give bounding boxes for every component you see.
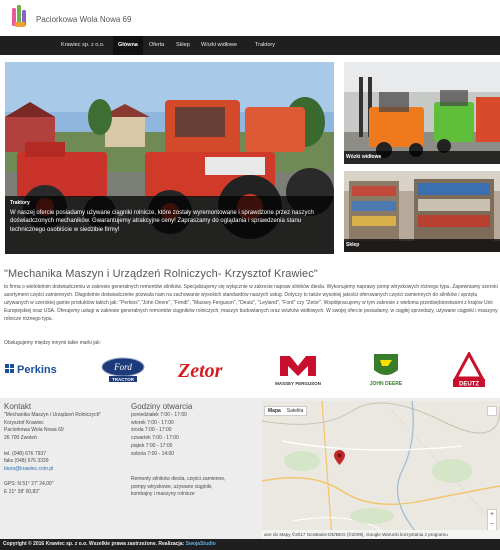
nav-item-shop[interactable]: Sklep (171, 36, 195, 55)
hero-caption: Traktory W naszej ofercie posiadamy używ… (5, 196, 334, 254)
shop-caption: Sklep (344, 239, 500, 252)
zoom-in-button[interactable]: + (488, 510, 496, 520)
brand-deutz: DEUTZ (446, 350, 492, 388)
brand-zetor: Zetor (176, 358, 248, 382)
contact-line (4, 474, 101, 482)
forklifts-photo (344, 62, 500, 164)
nav-item-tractors[interactable]: Traktory (250, 36, 280, 55)
zetor-logo-icon: Zetor (177, 360, 223, 382)
hours-line: poniedziałek 7:00 - 17:00 (131, 412, 187, 418)
contact-line: "Mechanika Maszyn i Urządzeń Rolniczych" (4, 412, 102, 418)
brand-john-deere: JOHN DEERE (358, 352, 414, 388)
contact-line (4, 443, 101, 451)
copyright-bar: Copyright © 2016 Krawiec sp. z o.o. Wsze… (0, 539, 500, 550)
header: Paciorkowa Wola Nowa 69 (0, 0, 500, 36)
john-deere-logo-icon: JOHN DEERE (370, 354, 403, 387)
services-summary: Remonty silników diesla, części zamienne… (131, 476, 225, 499)
company-description: to firma o wieloletnim doświadczeniu w z… (4, 284, 498, 322)
contact-email-link[interactable]: biuro@krawiec.com.pl (4, 466, 101, 474)
hero-tractors[interactable]: Traktory W naszej ofercie posiadamy używ… (5, 62, 334, 254)
contact-phone: tel. (048) 676 7937 (4, 450, 46, 457)
nav-item-forklifts[interactable]: Wózki widłowe (196, 36, 242, 55)
brand-ford-sub: TRACTOR (112, 377, 135, 382)
main-nav: Krawiec sp. z o.o. Główna Oferta Sklep W… (0, 36, 500, 55)
hero-caption-title: Traktory (10, 200, 30, 206)
hours-line: czwartek 7:00 - 17:00 (131, 435, 179, 442)
credit-link[interactable]: SwojaStudio (186, 541, 216, 547)
services-line: kombajny i maszyny rolnicze (131, 491, 195, 498)
hero-caption-text: W naszej ofercie posiadamy używane ciągn… (10, 210, 314, 233)
contact-details: "Mechanika Maszyn i Urządzeń Rolniczych"… (4, 412, 101, 497)
contact-fax: faks (048) 676 3339 (4, 458, 49, 465)
contact-gps-n: GPS: N 51° 27' 24,00" (4, 481, 54, 488)
brand-zetor-label: Zetor (177, 360, 223, 382)
brand-ford: Ford TRACTOR (100, 357, 146, 383)
google-map[interactable]: Mapa Satelita + − ane do Mapy ©2017 GeoB… (262, 401, 500, 539)
hours-line: środa 7:00 - 17:00 (131, 427, 172, 434)
hero-forklifts[interactable]: Wózki widłowe (344, 62, 500, 164)
map-tab-satellite[interactable]: Satelita (284, 407, 307, 415)
brand-perkins: Perkins (4, 360, 74, 378)
brand-massey-ferguson: MASSEY FERGUSON (270, 352, 326, 388)
services-line: pompy wtryskowe, używane ciągniki, (131, 483, 213, 490)
perkins-logo-icon: Perkins (5, 364, 57, 376)
hours-line: wtorek 7:00 - 17:00 (131, 419, 174, 426)
brand-john-deere-label: JOHN DEERE (370, 381, 403, 387)
brand-massey-label: MASSEY FERGUSON (275, 381, 321, 386)
deutz-logo-icon: DEUTZ (453, 350, 485, 388)
site-title: Paciorkowa Wola Nowa 69 (36, 15, 132, 24)
hero-shop[interactable]: Sklep (344, 171, 500, 252)
map-attribution: ane do Mapy ©2017 GeoBasis-DE/BKG (©2009… (262, 530, 500, 539)
map-tiles (262, 401, 500, 539)
hours-line: piątek 7:00 - 17:00 (131, 442, 173, 449)
map-tab-map[interactable]: Mapa (265, 407, 284, 415)
fullscreen-icon[interactable] (487, 406, 497, 416)
map-zoom-control[interactable]: + − (487, 509, 497, 531)
opening-hours: poniedziałek 7:00 - 17:00 wtorek 7:00 - … (131, 412, 187, 458)
company-headline: "Mechanika Maszyn i Urządzeń Rolniczych-… (4, 268, 318, 280)
contact-line: Krzysztof Krawiec (4, 419, 44, 426)
nav-item-offer[interactable]: Oferta (144, 36, 169, 55)
nav-item-home[interactable]: Główna (113, 36, 143, 55)
logo-icon[interactable] (10, 4, 30, 30)
zoom-out-button[interactable]: − (488, 520, 496, 530)
services-line: Remonty silników diesla, części zamienne… (131, 476, 226, 482)
contact-title: Kontakt (4, 402, 32, 411)
hours-line: sobota 7:00 - 14:00 (131, 450, 175, 457)
hours-title: Godziny otwarcia (131, 402, 193, 411)
nav-item-company[interactable]: Krawiec sp. z o.o. (56, 36, 109, 55)
ford-logo-icon: Ford TRACTOR (101, 357, 145, 382)
forklifts-caption: Wózki widłowe (344, 151, 500, 164)
map-type-tabs: Mapa Satelita (264, 406, 308, 416)
copyright-text: Copyright © 2016 Krawiec sp. z o.o. Wsze… (3, 541, 186, 547)
contact-line: Paciorkowa Wola Nowa 69 (4, 427, 64, 434)
contact-line: 26 700 Zwoleń (4, 435, 37, 442)
contact-gps-e: E 21° 38' 00,83" (4, 489, 40, 496)
brands-intro: Obsługujemy między innymi takie marki ja… (4, 340, 101, 346)
brand-perkins-label: Perkins (17, 364, 57, 376)
map-marker-icon[interactable] (334, 450, 345, 465)
brand-deutz-label: DEUTZ (459, 382, 479, 388)
massey-ferguson-logo-icon: MASSEY FERGUSON (275, 356, 321, 386)
brand-ford-label: Ford (113, 362, 132, 372)
